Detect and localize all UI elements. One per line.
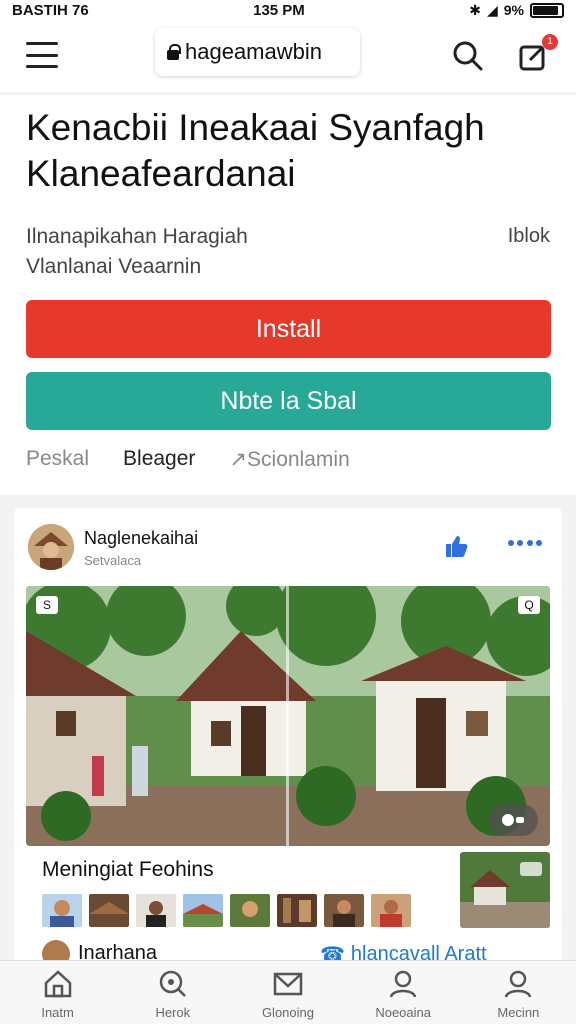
notification-badge: 1	[542, 34, 558, 50]
home-icon	[44, 970, 71, 998]
video-icon	[502, 814, 524, 826]
post-photo[interactable]: S Q	[26, 586, 550, 846]
tab-scionlamin[interactable]: ↗Scionlamin	[229, 447, 349, 472]
nav-messages-label: Glonoing	[261, 1005, 314, 1020]
status-bar: BASTIH 76 135 PM ✱ ◢ 9%	[0, 0, 576, 20]
nav-search[interactable]: Herok	[123, 961, 223, 1024]
install-button[interactable]: Install	[26, 300, 551, 358]
menu-button[interactable]	[26, 42, 58, 68]
battery-level	[532, 5, 559, 15]
nav-messages[interactable]: Glonoing	[238, 961, 338, 1024]
village-house-image	[26, 586, 550, 846]
bluetooth-icon: ✱	[469, 1, 481, 18]
status-time: 135 PM	[253, 1, 305, 19]
like-icon	[446, 536, 468, 557]
avatar-image	[28, 524, 74, 570]
nav-account-label: Noeoaina	[375, 1005, 431, 1020]
thumbnail[interactable]	[230, 894, 270, 927]
url-text: hageamawbin	[185, 39, 322, 64]
battery-icon	[529, 2, 564, 18]
nav-profile[interactable]: Mecinn	[468, 961, 568, 1024]
thumbnail[interactable]	[136, 894, 176, 927]
signal-icon: ◢	[486, 1, 498, 18]
search-icon	[159, 970, 186, 997]
thumbnail[interactable]	[183, 894, 223, 927]
menu-line	[26, 42, 58, 45]
nav-account[interactable]: Noeoaina	[353, 961, 453, 1024]
thumbnail[interactable]	[89, 894, 129, 927]
subtitle-line-1: Ilnanapikahan Haragiah	[26, 225, 248, 248]
status-indicators: ✱ ◢ 9%	[469, 2, 564, 19]
thumbnail-image	[136, 894, 176, 927]
lock-icon	[167, 44, 181, 60]
tab-bleager[interactable]: Bleager	[123, 447, 195, 472]
photo-badge-right: Q	[518, 596, 540, 614]
thumbnail-image	[230, 894, 270, 927]
more-dot	[517, 540, 524, 546]
more-dot	[508, 540, 514, 546]
side-link[interactable]: Iblok	[508, 225, 550, 248]
thumbnail-image	[371, 894, 411, 927]
side-video-thumbnail[interactable]	[460, 852, 550, 928]
section-title: Meningiat Feohins	[42, 858, 214, 881]
thumbnail[interactable]	[277, 894, 317, 927]
link-icon: ↗	[229, 448, 248, 471]
thumbnail-image	[89, 894, 129, 927]
more-dot	[535, 540, 542, 546]
nav-profile-label: Mecinn	[497, 1005, 540, 1020]
notifications-button[interactable]: 1	[516, 34, 558, 74]
subtitle-line-2: Vlanlanai Veaarnin	[26, 255, 202, 278]
thumbnail-row	[42, 894, 411, 927]
thumbnail[interactable]	[42, 894, 82, 927]
thumbnail-image	[183, 894, 223, 927]
thumbnail-image	[324, 894, 364, 927]
app-header-section: Kenacbii Ineakaai Syanfagh Klaneafeardan…	[0, 95, 576, 495]
video-toggle-button[interactable]	[488, 804, 538, 836]
more-options-button[interactable]	[508, 540, 542, 550]
carrier-label: BASTIH 76	[12, 1, 89, 19]
author-subtitle: Setvalaca	[84, 553, 142, 568]
nav-home[interactable]: Inatm	[8, 961, 108, 1024]
thumbnail-image	[42, 894, 82, 927]
page-title: Kenacbii Ineakaai Syanfagh Klaneafeardan…	[26, 107, 485, 194]
tab-peskal[interactable]: Peskal	[26, 447, 89, 472]
profile-icon	[505, 970, 532, 998]
tab-scionlamin-label: Scionlamin	[247, 448, 350, 471]
url-bar[interactable]: hageamawbin	[155, 28, 360, 76]
thumbnail[interactable]	[324, 894, 364, 927]
thumbnail[interactable]	[371, 894, 411, 927]
author-avatar[interactable]	[28, 524, 74, 570]
mail-icon	[273, 972, 303, 996]
more-dot	[526, 540, 533, 546]
menu-line	[26, 53, 58, 57]
secondary-action-button[interactable]: Nbte la Sbal	[26, 372, 551, 430]
bottom-navigation: Inatm Herok Glonoing Noeoaina Mecinn	[0, 960, 576, 1024]
battery-percent: 9%	[503, 2, 524, 18]
author-name[interactable]: Naglenekaihai	[84, 528, 198, 549]
search-icon	[453, 41, 483, 71]
thumbnail-image	[277, 894, 317, 927]
photo-badge-left: S	[36, 596, 58, 614]
tab-bar: Peskal Bleager ↗Scionlamin	[26, 447, 350, 472]
app-bar: hageamawbin 1	[0, 20, 576, 92]
user-icon	[389, 970, 417, 998]
search-button[interactable]	[450, 38, 486, 74]
post-card: Naglenekaihai Setvalaca S Q Meningiat Fe…	[14, 508, 562, 978]
menu-line	[26, 65, 58, 68]
side-thumbnail-image	[460, 852, 550, 928]
like-button[interactable]	[442, 532, 470, 560]
nav-search-label: Herok	[155, 1005, 191, 1020]
nav-home-label: Inatm	[41, 1005, 74, 1020]
